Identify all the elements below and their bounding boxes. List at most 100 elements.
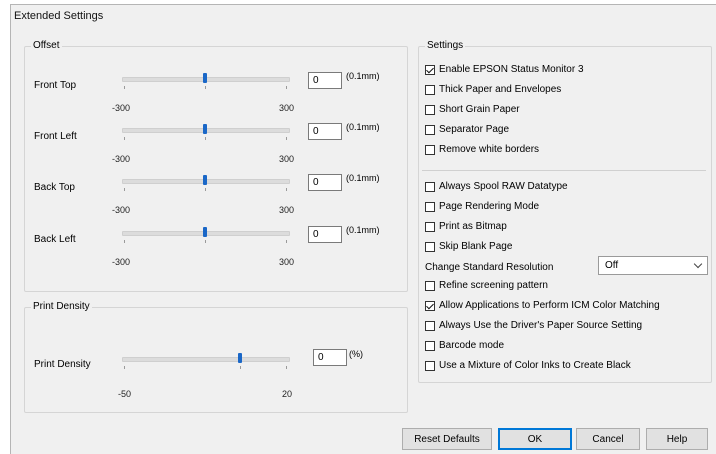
offset-max-label: 300 bbox=[279, 154, 295, 164]
print-density-group-label: Print Density bbox=[31, 301, 92, 312]
chevron-down-icon bbox=[693, 259, 703, 269]
checkbox-icon[interactable] bbox=[425, 124, 435, 135]
offset-min-label: -300 bbox=[112, 257, 131, 267]
checkbox-label: Skip Blank Page bbox=[439, 241, 513, 252]
print-density-min-label: -50 bbox=[118, 389, 132, 399]
offset-max-label: 300 bbox=[279, 257, 295, 267]
settings-checkbox[interactable]: Separator Page bbox=[425, 124, 509, 135]
offset-slider-thumb[interactable] bbox=[203, 124, 207, 134]
settings-checkbox[interactable]: Thick Paper and Envelopes bbox=[425, 84, 561, 95]
checkbox-icon[interactable] bbox=[425, 241, 435, 252]
offset-max-label: 300 bbox=[279, 205, 295, 215]
checkbox-label: Short Grain Paper bbox=[439, 104, 520, 115]
offset-value-input[interactable]: 0 bbox=[308, 123, 342, 140]
settings-checkbox[interactable]: Barcode mode bbox=[425, 340, 504, 351]
tick-mark bbox=[124, 188, 125, 191]
settings-checkbox[interactable]: Remove white borders bbox=[425, 144, 539, 155]
settings-checkbox[interactable]: Always Use the Driver's Paper Source Set… bbox=[425, 320, 642, 331]
resolution-label: Change Standard Resolution bbox=[425, 262, 554, 273]
tick-mark bbox=[205, 240, 206, 243]
tick-mark bbox=[205, 188, 206, 191]
checkbox-icon[interactable] bbox=[425, 84, 435, 95]
settings-group: Settings bbox=[418, 40, 712, 383]
tick-mark bbox=[286, 240, 287, 243]
settings-checkbox[interactable]: Use a Mixture of Color Inks to Create Bl… bbox=[425, 360, 631, 371]
tick-mark bbox=[286, 137, 287, 140]
offset-slider-thumb[interactable] bbox=[203, 227, 207, 237]
offset-unit-label: (0.1mm) bbox=[346, 173, 380, 183]
help-button[interactable]: Help bbox=[646, 428, 708, 450]
checkbox-icon[interactable] bbox=[425, 104, 435, 115]
offset-row-label: Back Left bbox=[34, 234, 76, 245]
tick-mark bbox=[124, 366, 125, 369]
checkbox-label: Always Spool RAW Datatype bbox=[439, 181, 568, 192]
offset-value-input[interactable]: 0 bbox=[308, 174, 342, 191]
settings-checkbox[interactable]: Allow Applications to Perform ICM Color … bbox=[425, 300, 660, 311]
cancel-button[interactable]: Cancel bbox=[576, 428, 640, 450]
checkbox-icon[interactable] bbox=[425, 280, 435, 291]
checkbox-label: Print as Bitmap bbox=[439, 221, 507, 232]
settings-checkbox[interactable]: Refine screening pattern bbox=[425, 280, 548, 291]
offset-value-input[interactable]: 0 bbox=[308, 226, 342, 243]
offset-min-label: -300 bbox=[112, 205, 131, 215]
offset-max-label: 300 bbox=[279, 103, 295, 113]
settings-checkbox[interactable]: Short Grain Paper bbox=[425, 104, 520, 115]
offset-row-label: Back Top bbox=[34, 182, 75, 193]
window-title: Extended Settings bbox=[14, 10, 104, 22]
checkbox-label: Refine screening pattern bbox=[439, 280, 548, 291]
offset-row-label: Front Left bbox=[34, 131, 77, 142]
print-density-max-label: 20 bbox=[282, 389, 293, 399]
offset-group-label: Offset bbox=[31, 40, 62, 51]
settings-checkbox[interactable]: Always Spool RAW Datatype bbox=[425, 181, 568, 192]
checkbox-icon[interactable] bbox=[425, 144, 435, 155]
resolution-select[interactable]: Off bbox=[598, 256, 708, 275]
print-density-slider-thumb[interactable] bbox=[238, 353, 242, 363]
checkbox-label: Thick Paper and Envelopes bbox=[439, 84, 562, 95]
tick-mark bbox=[286, 366, 287, 369]
print-density-unit: (%) bbox=[349, 349, 363, 359]
offset-min-label: -300 bbox=[112, 103, 131, 113]
reset-defaults-button[interactable]: Reset Defaults bbox=[402, 428, 492, 450]
settings-checkbox[interactable]: Page Rendering Mode bbox=[425, 201, 539, 212]
print-density-label: Print Density bbox=[34, 359, 91, 370]
offset-unit-label: (0.1mm) bbox=[346, 71, 380, 81]
tick-mark bbox=[240, 366, 241, 369]
settings-group-label: Settings bbox=[425, 40, 466, 51]
settings-checkbox[interactable]: Skip Blank Page bbox=[425, 241, 512, 252]
offset-unit-label: (0.1mm) bbox=[346, 225, 380, 235]
checkbox-label: Remove white borders bbox=[439, 144, 540, 155]
checkbox-label: Allow Applications to Perform ICM Color … bbox=[439, 300, 660, 311]
checkbox-label: Separator Page bbox=[439, 124, 510, 135]
offset-slider-thumb[interactable] bbox=[203, 175, 207, 185]
checkbox-icon[interactable] bbox=[425, 201, 435, 212]
settings-divider bbox=[422, 170, 706, 171]
checkbox-icon[interactable] bbox=[425, 221, 435, 232]
ok-button[interactable]: OK bbox=[498, 428, 572, 450]
tick-mark bbox=[124, 240, 125, 243]
checkbox-label: Use a Mixture of Color Inks to Create Bl… bbox=[439, 360, 631, 371]
tick-mark bbox=[286, 86, 287, 89]
offset-row-label: Front Top bbox=[34, 80, 77, 91]
resolution-select-value: Off bbox=[605, 260, 619, 271]
checkbox-icon[interactable] bbox=[425, 181, 435, 192]
offset-min-label: -300 bbox=[112, 154, 131, 164]
checkbox-label: Barcode mode bbox=[439, 340, 505, 351]
offset-value-input[interactable]: 0 bbox=[308, 72, 342, 89]
checkbox-icon[interactable] bbox=[425, 340, 435, 351]
checkbox-label: Enable EPSON Status Monitor 3 bbox=[439, 64, 584, 75]
tick-mark bbox=[286, 188, 287, 191]
checkbox-icon[interactable] bbox=[425, 320, 435, 331]
checkbox-label: Always Use the Driver's Paper Source Set… bbox=[439, 320, 643, 331]
checkbox-icon[interactable] bbox=[425, 64, 435, 75]
offset-slider-thumb[interactable] bbox=[203, 73, 207, 83]
checkbox-icon[interactable] bbox=[425, 300, 435, 311]
offset-unit-label: (0.1mm) bbox=[346, 122, 380, 132]
print-density-slider-track[interactable] bbox=[122, 357, 290, 362]
print-density-input[interactable]: 0 bbox=[313, 349, 347, 366]
tick-mark bbox=[124, 86, 125, 89]
settings-checkbox[interactable]: Enable EPSON Status Monitor 3 bbox=[425, 64, 584, 75]
tick-mark bbox=[124, 137, 125, 140]
settings-checkbox[interactable]: Print as Bitmap bbox=[425, 221, 507, 232]
offset-group: Offset bbox=[24, 40, 408, 292]
checkbox-icon[interactable] bbox=[425, 360, 435, 371]
